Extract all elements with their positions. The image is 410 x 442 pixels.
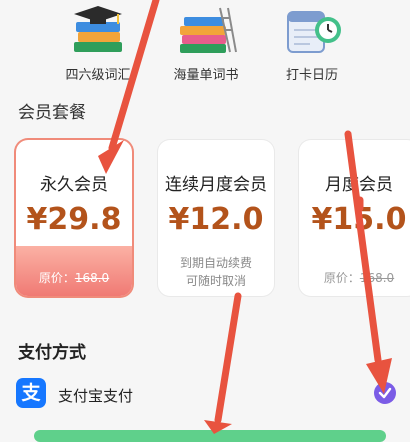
- plan-name: 永久会员: [40, 175, 108, 195]
- plan-card-monthly[interactable]: 月度会员 ¥15.0 原价：168.0: [299, 140, 410, 296]
- membership-plans-title: 会员套餐: [18, 103, 86, 123]
- check-icon[interactable]: [374, 382, 396, 404]
- plan-price: ¥29.8: [26, 202, 122, 237]
- books-ladder-icon: [180, 7, 237, 53]
- plan-note: 到期自动续费 可随时取消: [179, 256, 252, 288]
- plan-name: 月度会员: [325, 175, 393, 195]
- feature-label: 四六级词汇: [65, 68, 131, 83]
- plan-name: 连续月度会员: [165, 175, 267, 195]
- feature-label: 打卡日历: [285, 68, 338, 83]
- plan-original-price: 原价：168.0: [323, 271, 395, 285]
- books-graduation-cap-icon: [74, 6, 122, 52]
- plan-card-auto-renew-monthly[interactable]: 连续月度会员 ¥12.0 到期自动续费 可随时取消: [158, 140, 274, 296]
- payment-method-title: 支付方式: [18, 343, 86, 363]
- payment-option-alipay[interactable]: 支 支付宝支付: [16, 378, 396, 412]
- plan-card-lifetime[interactable]: 永久会员 ¥29.8 原价：168.0: [16, 140, 132, 296]
- plan-price: ¥12.0: [168, 202, 264, 237]
- payment-option-label: 支付宝支付: [58, 387, 134, 405]
- plan-original-price: 原价：168.0: [38, 271, 110, 285]
- feature-label: 海量单词书: [173, 68, 239, 83]
- calendar-clock-icon: [287, 11, 341, 53]
- plan-price: ¥15.0: [311, 202, 407, 237]
- pay-button[interactable]: [34, 430, 386, 442]
- alipay-icon: 支: [16, 378, 46, 408]
